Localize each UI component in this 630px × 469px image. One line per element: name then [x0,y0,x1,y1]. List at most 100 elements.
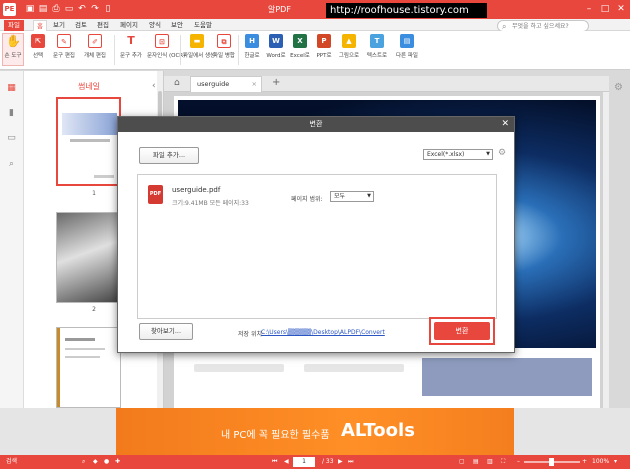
to-image-button[interactable]: ▲ 그림으로 [337,34,361,59]
excel-icon: X [293,34,307,48]
continuous-icon[interactable]: ▤ [473,455,479,469]
to-hwp-label: 한글로 [244,53,260,59]
two-page-icon[interactable]: ▥ [487,455,493,469]
to-text-button[interactable]: T 텍스트로 [363,34,391,59]
to-other-file-button[interactable]: ▤ 다른 파일 [393,34,421,59]
edit-object-button[interactable]: ✐ 개체 편집 [80,34,110,59]
save-as-icon[interactable]: ▤ [38,4,48,14]
tab-edit[interactable]: 편집 [95,20,111,31]
chevron-down-icon[interactable]: ▾ [614,455,617,469]
redo-icon[interactable]: ↷ [90,4,100,14]
page-range-select[interactable]: 모두 ▼ [330,191,374,202]
ribbon: ✋ 손 도구 ⇱ 선택 ✎ 문구 편집 ✐ 개체 편집 T 문구 추가 ⊡ 문자… [0,31,630,70]
folder-icon: ▬ [190,34,204,48]
zoom-search-icon[interactable]: ⌕ [82,455,85,469]
add-text-icon: T [127,34,135,47]
to-hwp-button[interactable]: H 한글로 [241,34,263,59]
collapse-panel-icon[interactable]: ‹ [152,81,156,91]
undo-icon[interactable]: ↶ [77,4,87,14]
to-word-button[interactable]: W Word로 [265,34,287,59]
help-search-input[interactable] [512,22,586,31]
select-label: 선택 [32,53,44,59]
edit-text-icon: ✎ [57,34,71,48]
to-image-label: 그림으로 [338,53,360,59]
last-page-icon[interactable]: ⏭ [348,455,353,469]
ocr-label: 문자인식 (OCR) [147,53,186,59]
merge-button[interactable]: ⧉ 파일 병합 [213,34,235,59]
to-other-file-label: 다른 파일 [396,53,418,59]
format-select[interactable]: Excel(*.xlsx) ▼ [423,149,493,160]
tab-view[interactable]: 보기 [52,20,66,31]
tab-security[interactable]: 보안 [169,20,185,31]
edit-text-button[interactable]: ✎ 문구 편집 [50,34,78,59]
search-panel-icon[interactable]: ⌕ [6,159,17,170]
bookmark-icon[interactable]: ▮ [6,108,17,119]
zoom-in-icon[interactable]: ✚ [115,455,120,469]
home-icon[interactable]: ⌂ [174,78,180,88]
fullscreen-icon[interactable]: ⛶ [501,455,505,469]
watermark: http://roofhouse.tistory.com [326,3,487,18]
thumbnail-title: 썸네일 [77,82,101,91]
zoom-level[interactable]: 100% [592,455,609,469]
tab-review[interactable]: 검토 [73,20,89,31]
app-logo: PE [3,3,16,16]
merge-label: 파일 병합 [213,53,235,59]
tab-page[interactable]: 페이지 [118,20,140,31]
next-page-icon[interactable]: ▶ [338,455,343,469]
gear-icon[interactable]: ⚙ [614,82,623,93]
prev-page-icon[interactable]: ◀ [284,455,289,469]
add-file-button[interactable]: 파일 추가... [139,147,199,164]
tab-file[interactable]: 파일 [4,20,24,31]
close-button[interactable]: ✕ [614,2,628,16]
tab-document[interactable]: userguide × [190,76,262,92]
thumbnail-page-2[interactable] [56,212,121,303]
zoom-slider-handle[interactable] [549,458,554,466]
page-number-input[interactable]: 1 [293,457,315,467]
add-text-button[interactable]: T 문구 추가 [117,34,145,59]
fit-icon[interactable]: ◆ [93,455,98,469]
browse-button[interactable]: 찾아보기... [139,323,193,340]
document-scrollbar[interactable] [603,92,609,408]
zoom-minus-icon[interactable]: – [517,455,520,469]
tab-home[interactable]: 홈 [33,20,47,31]
ocr-icon: ⊡ [155,34,169,48]
single-page-icon[interactable]: ▢ [459,455,465,469]
zoom-out-icon[interactable]: ● [104,455,109,469]
convert-button[interactable]: 변환 [434,322,490,340]
image-icon: ▲ [342,34,356,48]
zoom-plus-icon[interactable]: + [582,455,587,469]
ad-area: 내 PC에 꼭 필요한 필수품 ALTools [0,408,630,455]
save-icon[interactable]: ▣ [25,4,35,14]
tab-help[interactable]: 도움말 [192,20,214,31]
new-tab-icon[interactable]: + [272,77,280,88]
ocr-button[interactable]: ⊡ 문자인식 (OCR) [147,34,186,59]
tab-form[interactable]: 양식 [147,20,163,31]
thumbnail-panel-icon[interactable]: ▦ [6,83,17,94]
maximize-button[interactable]: □ [598,2,612,16]
ad-banner[interactable]: 내 PC에 꼭 필요한 필수품 ALTools [116,408,514,455]
save-location-path[interactable]: C:\Users\▒▒▒▒▒\Desktop\ALPDF\Convert [261,329,385,336]
print-icon[interactable]: ⎙ [51,4,61,14]
hand-tool-button[interactable]: ✋ 손 도구 [2,33,24,66]
thumbnail-page-1[interactable] [56,97,121,186]
file-list: PDF userguide.pdf 크기:9.41MB 모든 페이지:33 페이… [137,174,497,319]
create-from-file-button[interactable]: ▬ 파일에서 생성 [183,34,215,59]
thumbnail-page-3[interactable] [56,327,121,408]
close-tab-icon[interactable]: × [252,77,257,92]
blurred-text [194,364,284,372]
select-button[interactable]: ⇱ 선택 [28,34,48,59]
page-range-value: 모두 [334,193,346,200]
format-settings-icon[interactable]: ⚙ [498,148,506,158]
pdf-file-icon: PDF [148,185,163,204]
open-icon[interactable]: ▭ [64,4,74,14]
minimize-button[interactable]: – [582,2,596,16]
to-word-label: Word로 [266,53,286,59]
to-ppt-button[interactable]: P PPT로 [313,34,335,59]
title-bar: PE ▣ ▤ ⎙ ▭ ↶ ↷ ▯ 알PDF http://roofhouse.t… [0,0,630,19]
convert-dialog: 변환 ✕ 파일 추가... Excel(*.xlsx) ▼ ⚙ PDF user… [117,116,515,353]
first-page-icon[interactable]: ⏮ [272,455,277,469]
close-icon[interactable]: ✕ [501,117,509,132]
comment-icon[interactable]: ▭ [6,133,17,144]
to-excel-button[interactable]: X Excel로 [289,34,311,59]
new-doc-icon[interactable]: ▯ [103,4,113,14]
